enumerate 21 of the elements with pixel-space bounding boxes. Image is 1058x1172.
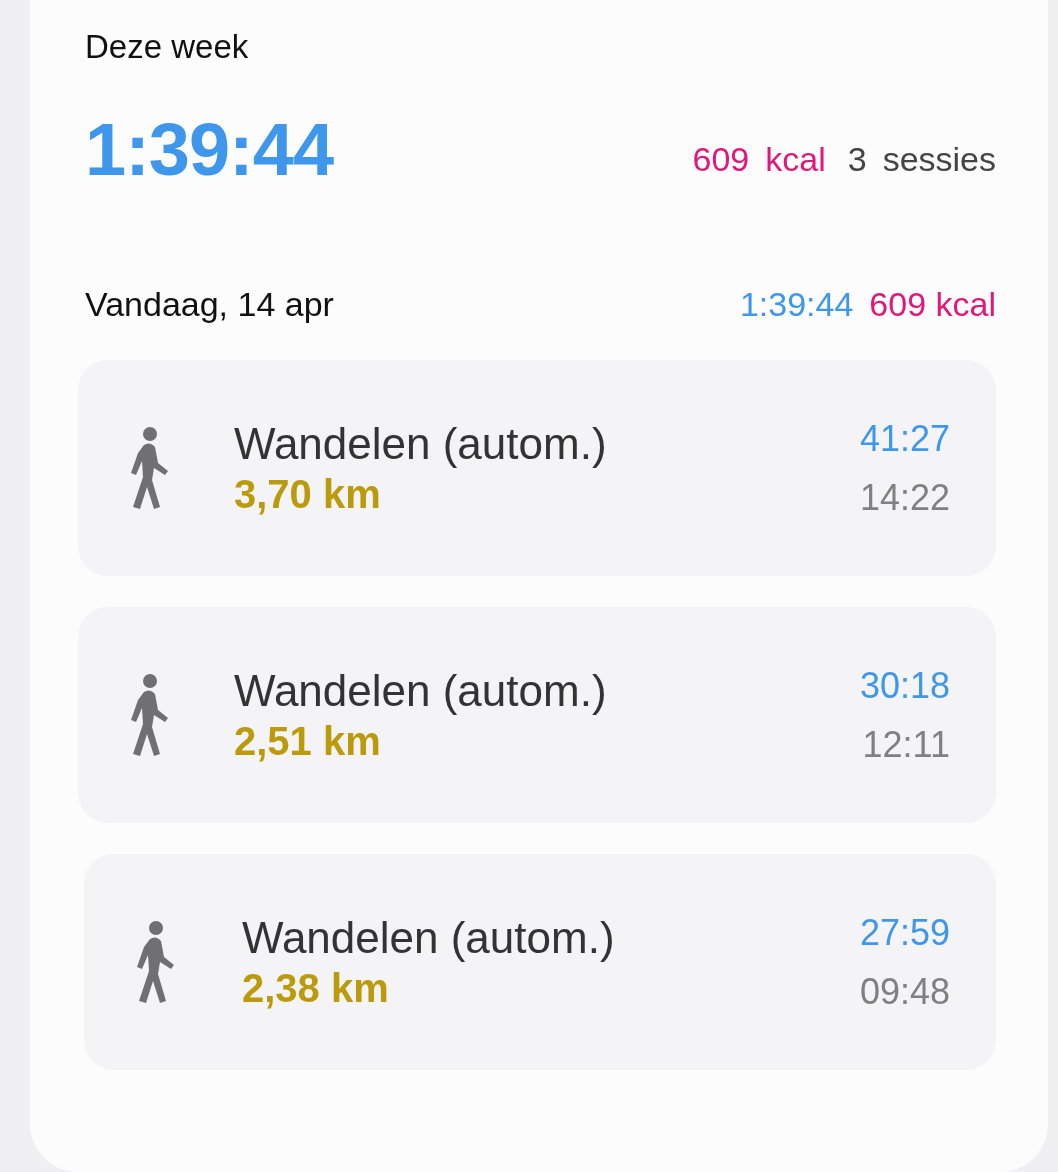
calories-value: 609 [692, 139, 750, 180]
start-time: 09:48 [859, 970, 950, 1014]
day-duration: 1:39:44 [739, 284, 854, 325]
section-title: Deze week [85, 30, 250, 63]
activity-name: Wandelen (autom.) [242, 911, 616, 964]
day-title: Vandaag, 14 apr [85, 284, 334, 325]
session-duration: 30:18 [859, 663, 950, 708]
activity-name: Wandelen (autom.) [234, 417, 608, 470]
start-time: 12:11 [861, 723, 950, 767]
session-duration: 41:27 [859, 416, 950, 461]
activity-name: Wandelen (autom.) [234, 664, 608, 717]
total-duration: 1:39:44 [85, 113, 334, 187]
start-time: 14:22 [859, 476, 950, 520]
day-calories: 609 kcal [869, 284, 996, 325]
distance: 2,51 km [234, 718, 382, 766]
calories-unit: kcal [765, 139, 826, 180]
sessions-unit: sessies [882, 139, 996, 180]
session-duration: 27:59 [859, 910, 950, 955]
distance: 2,38 km [242, 965, 390, 1013]
sessions-value: 3 [847, 139, 867, 180]
distance: 3,70 km [234, 471, 382, 519]
